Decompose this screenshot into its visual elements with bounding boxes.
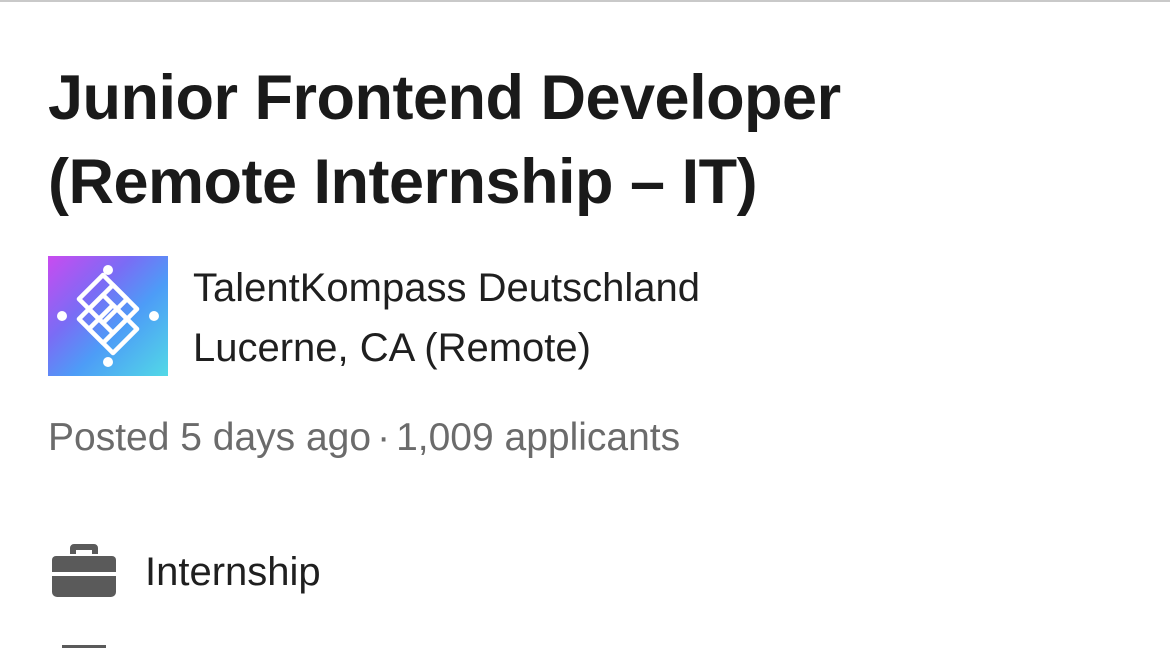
company-logo[interactable] bbox=[48, 256, 168, 376]
job-title: Junior Frontend Developer (Remote Intern… bbox=[48, 56, 1128, 224]
meta-separator: · bbox=[377, 416, 391, 459]
job-title-line-1: Junior Frontend Developer bbox=[48, 63, 841, 133]
job-title-line-2: (Remote Internship – IT) bbox=[48, 147, 758, 217]
company-name[interactable]: TalentKompass Deutschland bbox=[193, 264, 700, 312]
top-divider bbox=[0, 0, 1170, 2]
posted-date: Posted 5 days ago bbox=[48, 416, 372, 459]
next-row-icon bbox=[62, 645, 106, 650]
briefcase-icon bbox=[52, 544, 116, 597]
company-block[interactable]: TalentKompass Deutschland Lucerne, CA (R… bbox=[48, 256, 1128, 376]
applicant-count: 1,009 applicants bbox=[396, 416, 681, 459]
job-type-row: Internship bbox=[52, 540, 652, 604]
interlocking-squares-logo-icon bbox=[57, 265, 159, 367]
company-location: Lucerne, CA (Remote) bbox=[193, 326, 591, 370]
posting-meta: Posted 5 days ago · 1,009 applicants bbox=[48, 414, 680, 462]
job-type-label: Internship bbox=[145, 550, 321, 594]
